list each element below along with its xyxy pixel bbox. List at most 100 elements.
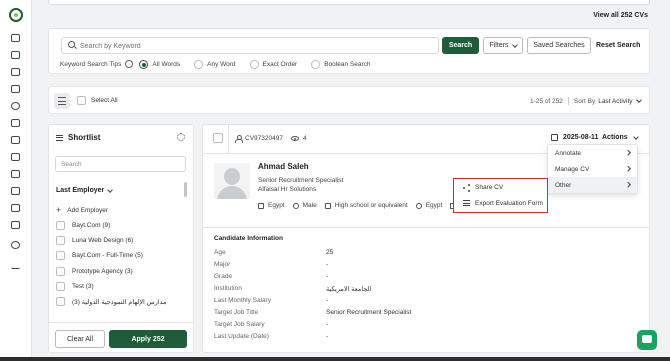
reset-search-link[interactable]: Reset Search [596,42,640,49]
list-item[interactable]: Prototype Agency (3) [56,267,133,276]
chevron-down-icon [107,186,114,193]
chat-icon[interactable] [637,330,657,350]
radio-icon [249,59,259,69]
chevron-right-icon [624,166,630,172]
submenu-label: Export Evaluation Form [475,199,543,207]
date-value: 2025-08-11 [563,134,599,141]
section-title: Candidate Information [214,235,283,242]
item-checkbox[interactable] [56,221,65,230]
logo-icon[interactable] [9,8,23,22]
calendar-icon[interactable] [11,136,20,144]
add-employer-button[interactable]: + Add Employer [56,205,108,215]
actions-menu: Annotate Manage CV Other [547,144,638,194]
filters-label: Filters [489,42,509,49]
plus-icon: + [56,205,62,215]
radio-boolean-search[interactable]: Boolean Search [311,59,371,69]
keyword-search-box[interactable] [61,37,439,54]
menu-item-manage-cv[interactable]: Manage CV [548,161,637,177]
last-employer-group[interactable]: Last Employer [56,186,114,194]
candidate-name[interactable]: Ahmad Saleh [258,162,309,171]
list-item[interactable]: Bayt.Com (9) [56,221,110,230]
add-employer-label: Add Employer [67,206,109,214]
submenu-item-share-cv[interactable]: Share CV [454,179,547,195]
info-value: الجامعة الامريكية [326,286,372,293]
info-value: - [326,273,329,280]
refresh-icon[interactable] [11,102,20,110]
radio-exact-order[interactable]: Exact Order [249,59,297,69]
gear-icon[interactable] [177,133,185,141]
scrollbar-thumb[interactable] [184,182,187,197]
divider [49,322,193,323]
menu-item-annotate[interactable]: Annotate [548,145,637,161]
settings-icon[interactable] [11,241,20,249]
item-checkbox[interactable] [56,297,65,306]
apply-button[interactable]: Apply 252 [109,330,187,348]
select-all-control[interactable]: Select All [77,96,118,105]
list-item[interactable]: Bayt.Com - Full-Time (5) [56,251,143,260]
chevron-right-icon [624,182,630,188]
info-row: Target Job Title Senior Recruitment Speci… [214,309,634,318]
info-value: - [326,261,329,268]
shortlist-panel: Shortlist Search Last Employer + Add Emp… [48,124,194,353]
users-icon[interactable] [11,85,20,93]
info-row: Major - [214,261,634,270]
login-icon[interactable] [11,153,20,161]
item-label: Test (3) [72,283,94,290]
cv-date: 2025-08-11 [551,134,598,141]
monitor-icon[interactable] [11,51,20,59]
results-toolbar: Select All 1-25 of 252 Sort By Last Acti… [48,86,650,114]
candidate-company: Alfaisal Hr Solutions [258,186,317,193]
add-user-icon[interactable] [11,170,20,178]
keyword-search-input[interactable] [80,40,430,52]
info-key: Grade [214,273,233,280]
filter-toggle-button[interactable] [54,93,70,109]
briefcase-icon[interactable] [11,119,20,127]
item-checkbox[interactable] [56,267,65,276]
submenu-item-export-evaluation-form[interactable]: Export Evaluation Form [454,195,547,211]
info-value: - [326,321,329,328]
sort-select[interactable]: Last Activity [598,98,632,105]
list-item[interactable]: مدارس الإلهام النموذجية الدولية (3) [56,297,166,306]
info-key: Target Job Salary [214,321,265,328]
education-tag: High school or equivalent [324,202,408,209]
upload-icon[interactable] [11,261,20,269]
dashboard-icon[interactable] [11,34,20,42]
calendar-icon [551,134,558,141]
item-checkbox[interactable] [56,251,65,260]
item-label: Prototype Agency (3) [72,268,133,275]
select-all-checkbox[interactable] [77,96,86,105]
radio-all-words[interactable]: All Words [139,59,180,69]
info-row: Grade - [214,273,634,282]
copy-icon[interactable] [11,187,20,195]
list-filter-icon[interactable] [11,68,20,76]
pagination-sort: 1-25 of 252 Sort By Last Activity [530,97,642,105]
list-item[interactable]: Luna Web Design (6) [56,236,133,245]
info-icon[interactable] [125,60,134,68]
divider [567,97,569,105]
avatar [214,163,250,199]
item-label: Luna Web Design (6) [72,237,134,244]
search-panel: Search Filters Saved Searches Reset Sear… [48,28,650,74]
actions-button[interactable]: Actions [602,133,639,141]
item-checkbox[interactable] [56,236,65,245]
mail-icon[interactable] [11,221,20,229]
info-key: Target Job Title [214,309,259,316]
candidate-tags: Egypt Male High school or equivalent Egy… [258,202,457,209]
radio-any-word[interactable]: Any Word [194,59,236,69]
clear-all-button[interactable]: Clear All [55,330,105,348]
info-key: Institution [214,285,242,292]
cv-select-checkbox[interactable] [213,133,223,143]
saved-searches-button[interactable]: Saved Searches [527,37,591,54]
shortlist-search-input[interactable]: Search [55,156,186,172]
document-icon[interactable] [11,204,20,212]
chevron-down-icon[interactable] [635,97,642,103]
list-item[interactable]: Test (3) [56,282,94,291]
menu-item-other[interactable]: Other [548,177,637,193]
search-button[interactable]: Search [442,37,479,54]
item-checkbox[interactable] [56,282,65,291]
filters-button[interactable]: Filters [483,37,523,54]
item-label: مدارس الإلهام النموذجية الدولية (3) [72,298,167,306]
tag-label: High school or equivalent [334,202,408,209]
tag-label: Egypt [425,202,443,209]
view-all-link[interactable]: View all 252 CVs [593,12,648,19]
